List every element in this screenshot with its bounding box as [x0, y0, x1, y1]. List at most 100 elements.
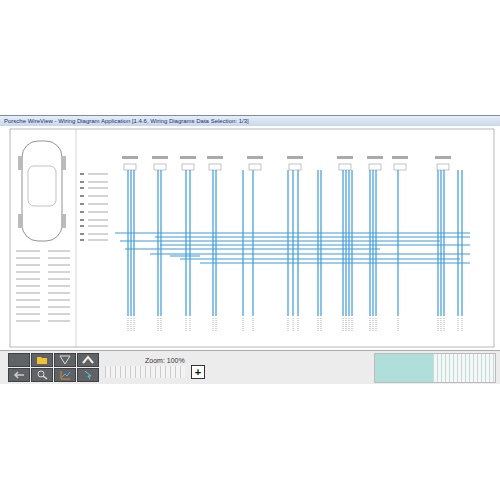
wire[interactable]: [212, 170, 213, 316]
component-label: [367, 156, 383, 159]
wire[interactable]: [127, 170, 128, 316]
wire[interactable]: [348, 170, 349, 316]
component-box: [369, 164, 381, 170]
legend-line: [88, 182, 108, 183]
wire[interactable]: [125, 248, 380, 249]
wire[interactable]: [457, 170, 458, 316]
wire[interactable]: [375, 170, 376, 316]
tool-button[interactable]: [31, 353, 53, 367]
wire-label: [243, 318, 244, 332]
zoom-in-button[interactable]: +: [191, 365, 205, 379]
wire[interactable]: [185, 170, 186, 316]
wire[interactable]: [120, 240, 440, 241]
wire[interactable]: [200, 262, 470, 263]
table-line: [16, 293, 40, 294]
wire[interactable]: [189, 170, 190, 316]
tool-button[interactable]: [77, 353, 99, 367]
wire[interactable]: [345, 170, 346, 316]
wire-label: [131, 318, 132, 332]
wire[interactable]: [252, 170, 253, 316]
wire[interactable]: [397, 170, 398, 316]
wire[interactable]: [150, 253, 470, 254]
minimap[interactable]: [374, 353, 496, 383]
tool-button[interactable]: [54, 368, 76, 382]
wire[interactable]: [369, 170, 370, 316]
wire-label: [253, 318, 254, 332]
wire[interactable]: [461, 170, 462, 316]
wire[interactable]: [372, 170, 373, 316]
wire[interactable]: [443, 170, 444, 316]
magnifier-icon: [36, 370, 48, 380]
table-line: [48, 265, 70, 266]
wire-label: [438, 318, 439, 332]
wire[interactable]: [292, 170, 293, 316]
component-box: [437, 164, 449, 170]
wire[interactable]: [320, 170, 321, 316]
wire[interactable]: [133, 170, 134, 316]
component-label: [180, 156, 196, 159]
wire[interactable]: [215, 170, 216, 316]
table-line: [16, 286, 40, 287]
minimap-viewport[interactable]: [375, 354, 433, 382]
wire[interactable]: [180, 258, 460, 259]
wire[interactable]: [242, 170, 243, 316]
chevron-up-icon: [82, 355, 94, 365]
legend-marker: [80, 203, 84, 205]
wire[interactable]: [155, 236, 470, 237]
wire-label: [128, 318, 129, 332]
table-line: [48, 293, 70, 294]
table-line: [48, 272, 70, 273]
table-line: [16, 251, 40, 252]
table-line: [16, 279, 40, 280]
table-line: [16, 300, 40, 301]
tool-button[interactable]: [8, 368, 30, 382]
wire[interactable]: [160, 244, 470, 245]
component-box: [249, 164, 261, 170]
legend-line: [88, 188, 108, 189]
chart-icon: [59, 370, 71, 380]
table-line: [16, 314, 40, 315]
wire[interactable]: [351, 170, 352, 316]
wire[interactable]: [437, 170, 438, 316]
wire[interactable]: [317, 170, 318, 316]
wire[interactable]: [115, 232, 470, 233]
wire[interactable]: [160, 170, 161, 316]
table-line: [48, 300, 70, 301]
background: [0, 0, 500, 115]
wire[interactable]: [157, 170, 158, 316]
legend-marker: [80, 219, 84, 221]
component-box: [124, 164, 136, 170]
toolbar: Zoom: 100% +: [0, 350, 500, 384]
component-label: [152, 156, 168, 159]
tool-button[interactable]: [77, 368, 99, 382]
wire[interactable]: [130, 170, 131, 316]
table-line: [48, 251, 70, 252]
tool-button[interactable]: [31, 368, 53, 382]
legend-marker: [80, 239, 84, 241]
tool-button[interactable]: [54, 353, 76, 367]
table-line: [48, 279, 70, 280]
funnel-icon: [59, 355, 71, 365]
wire-label: [444, 318, 445, 332]
wire[interactable]: [342, 170, 343, 316]
wire-label: [161, 318, 162, 332]
wire[interactable]: [170, 256, 200, 257]
legend-line: [88, 212, 108, 213]
tool-button[interactable]: [8, 353, 30, 367]
wire-label: [190, 318, 191, 332]
wiring-diagram: [0, 126, 500, 350]
legend-line: [88, 240, 108, 241]
minimap-preview: [433, 354, 495, 382]
component-box: [154, 164, 166, 170]
wire[interactable]: [297, 170, 298, 316]
blank-icon: [13, 355, 25, 365]
diagram-canvas[interactable]: [0, 126, 500, 350]
wire[interactable]: [287, 170, 288, 316]
car-icon: [18, 141, 66, 241]
zoom-slider[interactable]: [105, 366, 185, 378]
component-label: [207, 156, 223, 159]
legend-marker: [80, 173, 84, 175]
legend-marker: [80, 187, 84, 189]
wire[interactable]: [440, 170, 441, 316]
wire-label: [158, 318, 159, 332]
